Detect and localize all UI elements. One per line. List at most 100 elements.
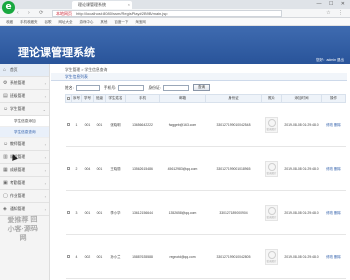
cell-email: fwggeb@163.com [159, 102, 206, 147]
bookmark-item[interactable]: 百度一下 [114, 20, 128, 24]
search-button[interactable]: 查询 [192, 84, 211, 91]
address-url: http://localhost:8080/ssm/RegisPlay#2B9B… [76, 11, 168, 16]
image-icon [268, 118, 276, 127]
column-header: 序号 [71, 94, 82, 103]
panel-title: 学生信息列表 [51, 73, 347, 81]
user-info[interactable]: 您好：admin 退出 [316, 58, 344, 63]
sidebar-item-course[interactable]: ▥ 课程管理 › [0, 151, 49, 164]
row-actions[interactable]: 修改 删除 [321, 234, 346, 279]
main-content: 学生管理 > 学生信息查询 学生信息列表 姓名: 手机号: 身份证: 查询 序号… [51, 64, 350, 280]
sidebar-item-home[interactable]: ⌂ 首页 [0, 64, 49, 77]
column-header: 身份证 [205, 94, 262, 103]
bookmark-item[interactable]: 手机收藏夹 [20, 20, 38, 24]
row-checkbox[interactable] [67, 210, 70, 214]
bookmark-item[interactable]: 游戏中心 [79, 20, 93, 24]
browser-tab-bar: 理论课管理系统 × — ☐ ✕ [0, 0, 350, 9]
cell-phone: 13656642222 [125, 102, 160, 147]
cell-name: 李小华 [105, 190, 126, 235]
sidebar-item-score[interactable]: ▦ 成绩管理 › [0, 164, 49, 177]
sidebar-item-label: 通知管理 [10, 207, 26, 211]
cell-email: 45612983@qq.com [159, 146, 206, 191]
sidebar-item-student[interactable]: ☺ 学生管理 ⌄ [0, 103, 49, 116]
chevron-right-icon: › [44, 181, 46, 186]
doc-icon: ▢ [3, 193, 8, 199]
row-checkbox[interactable] [67, 122, 70, 126]
address-input[interactable]: 本地网页 http://localhost:8080/ssm/RegisPlay… [52, 10, 282, 17]
cell-name: 张晓明 [105, 102, 126, 147]
name-label: 姓名: [65, 85, 74, 90]
select-all-checkbox[interactable] [67, 96, 70, 100]
cell-idcard: 330127199001018965 [205, 146, 262, 191]
chevron-right-icon: › [44, 142, 46, 147]
bookmark-item[interactable]: 其他 [100, 20, 107, 24]
book-icon: ▥ [3, 154, 8, 160]
cell-idcard: 330127189000904 [205, 190, 262, 235]
photo-placeholder-text: 暂无图片 [266, 259, 277, 263]
cell-class: 001 [93, 146, 106, 191]
sidebar-item-homework[interactable]: ▢ 作业管理 › [0, 190, 49, 203]
photo-placeholder: 暂无图片 [265, 116, 278, 133]
bookmark-item[interactable]: 网址大全 [58, 20, 72, 24]
cell-time: 2019-08-08 01:29:48.0 [281, 102, 322, 147]
phone-label: 手机号: [103, 85, 117, 90]
chevron-right-icon: › [44, 168, 46, 173]
sidebar-subitem-add-student[interactable]: 学生信息添加 [0, 116, 49, 127]
chevron-right-icon: › [44, 94, 46, 99]
name-input[interactable] [75, 84, 100, 91]
sidebar-item-class[interactable]: ▤ 班级管理 › [0, 90, 49, 103]
folder-icon: ▤ [3, 93, 8, 99]
sidebar-item-teacher[interactable]: ☺ 教师管理 › [0, 138, 49, 151]
sidebar-item-label: 班级管理 [10, 94, 26, 98]
row-checkbox[interactable] [67, 254, 70, 258]
row-checkbox[interactable] [67, 166, 70, 170]
cell-time: 2019-08-08 01:29:48.0 [281, 146, 322, 191]
table-row: 3 001 001 李小华 13612156644 1352658@qq.com… [65, 190, 346, 235]
table-row: 1 001 001 张晓明 13656642222 fwggeb@163.com… [65, 102, 346, 147]
gear-icon: ⚙ [3, 80, 8, 86]
photo-placeholder-text: 暂无图片 [266, 215, 277, 219]
chevron-right-icon: › [44, 207, 46, 212]
sidebar-item-label: 系统管理 [10, 81, 26, 85]
app-header: 理论课管理系统 您好：admin 退出 [0, 26, 350, 64]
browser-tab[interactable]: 理论课管理系统 × [72, 1, 132, 9]
address-bar-row: ‹ › ⟳ ⌂ 本地网页 http://localhost:8080/ssm/R… [0, 9, 350, 18]
tab-close-icon[interactable]: × [128, 1, 130, 9]
cell-time: 2019-08-08 01:29:48.0 [281, 234, 322, 279]
row-actions[interactable]: 修改 删除 [321, 102, 346, 147]
cell-student-id: 001 [81, 102, 94, 147]
cell-student-id: 002 [81, 234, 94, 279]
photo-placeholder: 暂无图片 [265, 204, 278, 221]
sidebar-item-attendance[interactable]: ▣ 考勤管理 › [0, 177, 49, 190]
photo-placeholder: 暂无图片 [265, 160, 278, 177]
cell-no: 2 [71, 146, 82, 191]
cell-no: 1 [71, 102, 82, 147]
column-header: 手机 [125, 94, 160, 103]
cell-student-id: 004 [81, 146, 94, 191]
cell-time: 2019-08-08 01:29:48.0 [281, 190, 322, 235]
browser-menu-icons[interactable]: ☆ ⋮ [326, 10, 346, 16]
bookmark-item[interactable]: 谷歌 [44, 20, 51, 24]
sidebar-subitem-query-student[interactable]: 学生信息查询 [0, 127, 49, 138]
cell-email: regnotd@qq.com [159, 234, 206, 279]
sidebar-item-label: 考勤管理 [10, 181, 26, 185]
photo-placeholder-text: 暂无图片 [266, 127, 277, 131]
photo-placeholder: 暂无图片 [265, 248, 278, 265]
watermark: 爱推荐 回小客·源码网 [7, 216, 39, 243]
chart-icon: ▦ [3, 167, 8, 173]
bookmark-item[interactable]: 淘宝网 [135, 20, 146, 24]
sidebar-item-notice[interactable]: ◈ 通知管理 › [0, 203, 49, 216]
chevron-right-icon: › [44, 81, 46, 86]
chevron-right-icon: › [44, 155, 46, 160]
browser-logo-icon: e [2, 1, 15, 14]
window-controls[interactable]: — ☐ ✕ [317, 1, 348, 7]
cell-idcard: 330127199010042805 [205, 234, 262, 279]
sidebar-item-system[interactable]: ⚙ 系统管理 › [0, 77, 49, 90]
bookmark-item[interactable]: 收藏 [6, 20, 13, 24]
column-header: 学号 [81, 94, 94, 103]
row-actions[interactable]: 修改 删除 [321, 190, 346, 235]
column-header: 邮箱 [159, 94, 206, 103]
row-actions[interactable]: 修改 删除 [321, 146, 346, 191]
phone-input[interactable] [118, 84, 145, 91]
idcard-input[interactable] [162, 84, 189, 91]
sidebar-item-label: 学生管理 [10, 107, 26, 111]
